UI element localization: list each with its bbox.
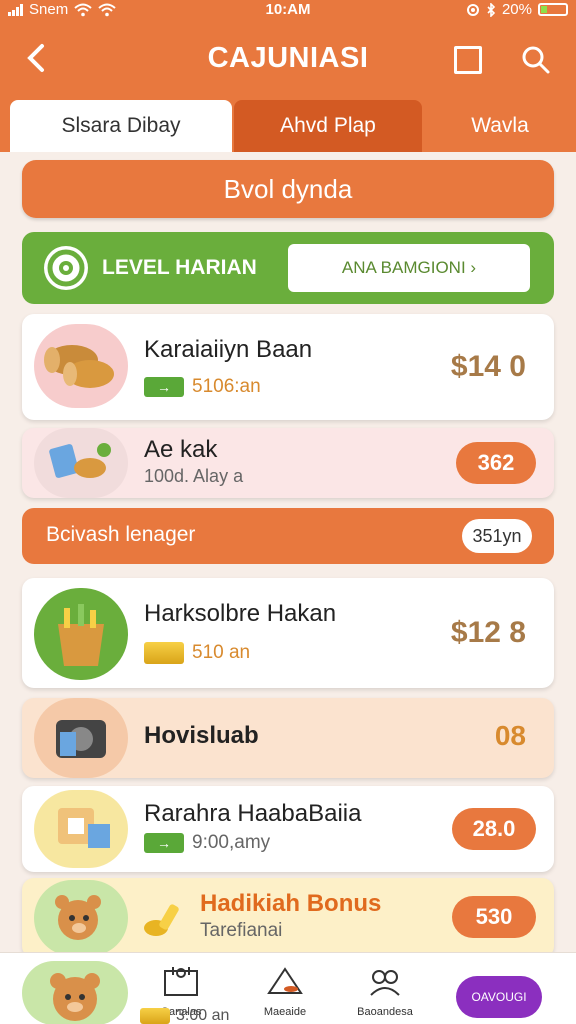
wood-log-icon xyxy=(34,324,128,408)
tab-1[interactable]: Slsara Dibay xyxy=(10,100,232,152)
item-sub-text: 510 an xyxy=(192,642,251,663)
bluetooth-icon xyxy=(487,2,496,17)
nav-label: Maeaide xyxy=(263,1006,307,1018)
search-button[interactable] xyxy=(518,42,554,78)
nav-pill-button[interactable]: OAVOUGI xyxy=(456,976,542,1018)
bear-icon xyxy=(34,880,128,956)
coin-stack-icon xyxy=(34,428,128,498)
nav-avatar[interactable] xyxy=(22,961,128,1024)
item-sub: 100d. Alay a xyxy=(144,466,244,486)
status-right: 20% xyxy=(466,1,568,18)
level-button[interactable]: ANA BAMGIONI › xyxy=(288,244,530,292)
list-item[interactable]: Ae kak 100d. Alay a 362 xyxy=(22,428,554,498)
battery-icon xyxy=(538,3,568,16)
item-sub: → 5106:an xyxy=(144,376,261,398)
bear-icon xyxy=(50,973,100,1021)
item-badge[interactable]: 530 xyxy=(452,896,536,938)
tab-bar: Slsara Dibay Ahvd Plap Wavla xyxy=(0,100,576,152)
item-badge[interactable]: 28.0 xyxy=(452,808,536,850)
tab-3[interactable]: Wavla xyxy=(424,100,576,152)
gold-bar-icon xyxy=(140,1008,170,1024)
page-title: CAJUNIASI xyxy=(207,42,369,74)
item-sub: → 9:00,amy xyxy=(144,832,270,854)
box-icon xyxy=(34,790,128,868)
item-name: Rarahra HaabaBaiia xyxy=(144,800,362,827)
list-item[interactable]: Harksolbre Hakan 510 an $12 8 xyxy=(22,578,554,688)
item-name: Hadikiah Bonus xyxy=(200,890,382,917)
primary-action-button[interactable]: Bvol dynda xyxy=(22,160,554,218)
tab-2[interactable]: Ahvd Plap xyxy=(234,100,422,152)
item-price: $14 0 xyxy=(450,350,526,383)
item-name: Hovisluab xyxy=(144,722,259,749)
bottom-sub: 3:00 an xyxy=(140,1007,229,1024)
item-sub-text: 9:00,amy xyxy=(192,832,271,853)
coin-icon-wrap xyxy=(142,898,186,942)
square-button[interactable] xyxy=(454,46,482,74)
nav-item[interactable]: Baoandesa xyxy=(340,963,430,1023)
group-icon xyxy=(370,970,400,996)
gold-bar-icon xyxy=(144,642,184,664)
list-item[interactable]: Rarahra HaabaBaiia → 9:00,amy 28.0 xyxy=(22,786,554,872)
section-pill[interactable]: 351yn xyxy=(462,519,532,553)
calendar-icon xyxy=(164,967,198,996)
status-bar: Snem 10:AM 20% xyxy=(0,0,576,22)
app-header: CAJUNIASI xyxy=(0,22,576,100)
list-item[interactable]: Karaiaiiyn Baan → 5106:an $14 0 xyxy=(22,314,554,420)
list-item[interactable]: Hadikiah Bonus Tarefianai 530 xyxy=(22,878,554,958)
section-header: Bcivash lenager 351yn xyxy=(22,508,554,564)
spiral-icon xyxy=(44,246,88,290)
arrow-tag-icon: → xyxy=(144,833,184,853)
item-price: $12 8 xyxy=(450,616,526,649)
nav-label: Baoandesa xyxy=(357,1006,413,1018)
item-name: Harksolbre Hakan xyxy=(144,600,337,627)
coin-icon xyxy=(144,904,179,936)
item-name: Ae kak xyxy=(144,436,218,463)
battery-percent: 20% xyxy=(501,1,532,18)
item-sub: Tarefianai xyxy=(200,920,283,941)
nav-item[interactable]: Maeaide xyxy=(240,963,330,1023)
item-badge[interactable]: 362 xyxy=(456,442,536,484)
section-title: Bcivash lenager xyxy=(46,523,196,546)
item-badge: 08 xyxy=(494,720,526,751)
bottom-sub-text: 3:00 an xyxy=(176,1007,230,1024)
camera-icon xyxy=(34,698,128,778)
arrow-tag-icon: → xyxy=(144,377,184,397)
level-label: LEVEL HARIAN xyxy=(102,256,257,279)
location-icon xyxy=(466,3,479,16)
item-sub: 510 an xyxy=(144,642,250,664)
item-name: Karaiaiiyn Baan xyxy=(144,336,313,363)
basket-icon xyxy=(34,588,128,680)
tent-icon xyxy=(267,967,303,994)
level-banner: LEVEL HARIAN ANA BAMGIONI › xyxy=(22,232,554,304)
search-icon xyxy=(522,46,550,74)
item-sub-text: 5106:an xyxy=(192,376,261,397)
list-item[interactable]: Hovisluab 08 xyxy=(22,698,554,778)
